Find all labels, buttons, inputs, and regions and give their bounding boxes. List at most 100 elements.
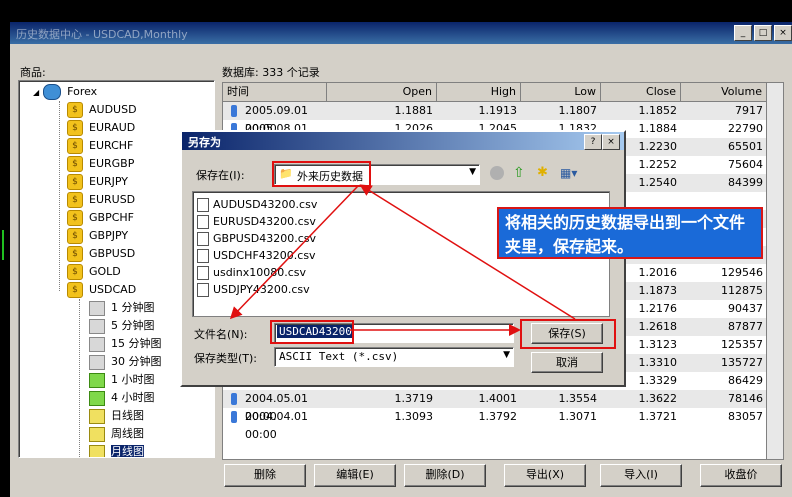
edit-button[interactable]: 编辑(E) [314,464,396,487]
cancel-button[interactable]: 取消 [531,352,603,373]
tree-item-timeframe[interactable]: 月线图 [89,443,144,457]
tree-item-symbol[interactable]: $ GBPJPY [67,227,128,245]
file-item[interactable]: GBPUSD43200.csv [197,230,316,247]
tree-line [79,299,80,457]
coin-icon: $ [67,174,83,190]
table-cell: 2004.04.01 00:00 [245,410,308,441]
symbols-label: 商品: [20,66,46,79]
tree-line [59,101,60,291]
symbol-label: AUDUSD [89,103,137,116]
table-cell: 1.3554 [558,392,598,405]
file-icon [197,215,209,229]
table-cell: 1.1881 [394,104,434,117]
coin-icon: $ [67,282,83,298]
table-cell: 83057 [728,410,763,423]
timeframe-icon [89,354,105,370]
back-icon[interactable] [490,166,504,180]
symbol-label: USDCAD [89,283,137,296]
coin-icon: $ [67,138,83,154]
symbol-label: GBPJPY [89,229,129,242]
grid-scrollbar[interactable] [766,82,784,460]
window-title: 历史数据中心 - USDCAD,Monthly [16,28,188,41]
import-button[interactable]: 导入(I) [600,464,682,487]
timeframe-label: 1 小时图 [111,373,155,386]
tree-item-symbol[interactable]: $ EURAUD [67,119,135,137]
table-cell: 86429 [728,374,763,387]
table-cell: 129546 [721,266,763,279]
col-open[interactable]: Open [327,83,437,101]
export-button[interactable]: 导出(X) [504,464,586,487]
tree-item-timeframe[interactable]: 周线图 [89,425,144,443]
table-cell: 1.4001 [478,392,518,405]
tree-item-symbol[interactable]: $ GBPUSD [67,245,135,263]
table-cell: 22790 [728,122,763,135]
minimize-button[interactable]: _ [734,25,752,41]
view-menu-icon[interactable]: ▦▾ [560,166,577,180]
tree-item-symbol[interactable]: $ EURGBP [67,155,134,173]
table-cell: 2004.05.01 00:00 [245,392,308,423]
symbol-label: EURCHF [89,139,134,152]
chevron-down-icon: ▼ [503,350,510,360]
file-item[interactable]: USDCHF43200.csv [197,247,316,264]
table-row[interactable]: 2005.09.01 00:00 1.1881 1.1913 1.1807 1.1852… [223,102,769,135]
up-folder-icon[interactable]: ⇧ [513,165,525,181]
file-name: GBPUSD43200.csv [213,232,316,245]
tree-item-symbol[interactable]: $ EURCHF [67,137,133,155]
tree-item-symbol[interactable]: $ EURUSD [67,191,135,209]
table-cell: 1.3719 [394,392,434,405]
table-cell: 2005.09.01 00:00 [245,104,308,135]
table-row[interactable]: 2004.05.01 00:00 1.3719 1.4001 1.3554 1.3622… [223,390,769,423]
col-high[interactable]: High [437,83,521,101]
table-cell: 1.1913 [478,104,518,117]
table-row[interactable]: 2004.04.01 00:00 1.3093 1.3792 1.3071 1.3721… [223,408,769,441]
expand-icon[interactable]: ◢ [33,88,39,97]
tree-item-timeframe[interactable]: 5 分钟图 [89,317,155,335]
help-button[interactable]: ? [584,134,602,150]
tree-item-timeframe[interactable]: 4 小时图 [89,389,155,407]
delete-record-button[interactable]: 删除 [224,464,306,487]
dialog-close-button[interactable]: × [602,134,620,150]
tree-item-timeframe[interactable]: 15 分钟图 [89,335,162,353]
tree-item-timeframe[interactable]: 30 分钟图 [89,353,162,371]
col-time[interactable]: 时间 [223,83,327,101]
delete-button[interactable]: 删除(D) [404,464,486,487]
window-titlebar: 历史数据中心 - USDCAD,Monthly _ □ × [10,22,792,44]
tree-item-symbol[interactable]: $ GOLD [67,263,121,281]
tree-item-timeframe[interactable]: 日线图 [89,407,144,425]
tree-item-timeframe[interactable]: 1 小时图 [89,371,155,389]
file-item[interactable]: EURUSD43200.csv [197,213,316,230]
tree-item-symbol[interactable]: $ EURJPY [67,173,128,191]
close-button[interactable]: × [774,25,792,41]
timeframe-icon [89,372,105,388]
file-item[interactable]: AUDUSD43200.csv [197,196,317,213]
table-cell: 90437 [728,302,763,315]
timeframe-icon [89,444,105,457]
table-cell: 1.1807 [558,104,598,117]
col-low[interactable]: Low [521,83,601,101]
coin-icon: $ [67,228,83,244]
annotation-callout: 将相关的历史数据导出到一个文件夹里，保存起来。 [497,207,763,259]
tree-item-symbol[interactable]: $ USDCAD [67,281,136,299]
tree-item-symbol[interactable]: $ AUDUSD [67,101,137,119]
tree-item-timeframe[interactable]: 1 分钟图 [89,299,155,317]
tree-item-symbol[interactable]: $ GBPCHF [67,209,134,227]
maximize-button[interactable]: □ [754,25,772,41]
col-volume[interactable]: Volume [681,83,767,101]
table-cell: 1.1852 [638,104,678,117]
new-folder-icon[interactable]: ✱ [537,165,548,180]
file-item[interactable]: usdinx10080.csv [197,264,306,281]
timeframe-icon [89,300,105,316]
col-close[interactable]: Close [601,83,681,101]
table-cell: 87877 [728,320,763,333]
timeframe-label: 5 分钟图 [111,319,155,332]
annotation-box-save [520,319,616,349]
symbol-label: EURUSD [89,193,136,206]
tree-item-forex[interactable]: ◢ Forex [33,83,97,101]
filetype-select[interactable]: ASCII Text (*.csv) ▼ [274,347,514,367]
dialog-titlebar: 另存为 ? × [182,132,624,150]
close-price-button[interactable]: 收盘价 [700,464,782,487]
table-cell: 65501 [728,140,763,153]
file-item[interactable]: USDJPY43200.csv [197,281,310,298]
timeframe-icon [89,390,105,406]
coin-icon: $ [67,120,83,136]
